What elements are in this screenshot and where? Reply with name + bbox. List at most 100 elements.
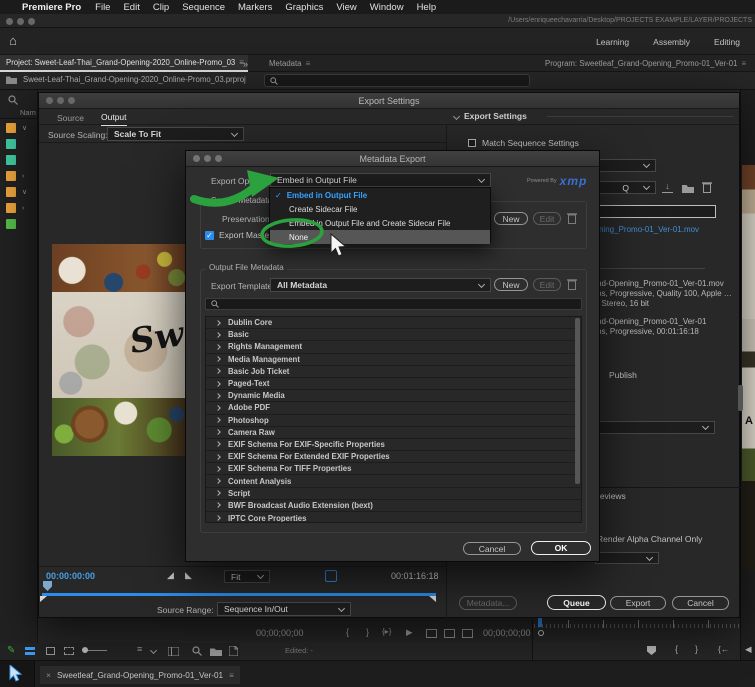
workspace-learning[interactable]: Learning: [596, 37, 629, 47]
delete-rule-trash-icon[interactable]: [567, 212, 577, 224]
metadata-filter-input[interactable]: [205, 298, 582, 310]
chevron-right-icon[interactable]: [215, 429, 221, 436]
selection-tool-icon[interactable]: [9, 665, 22, 682]
dialog-cancel-button[interactable]: Cancel: [463, 542, 521, 555]
chevron-right-icon[interactable]: [215, 478, 221, 484]
overwrite-icon[interactable]: [462, 629, 473, 638]
menu-help[interactable]: Help: [417, 2, 437, 13]
metadata-category-row[interactable]: Paged-Text: [206, 377, 581, 391]
tab-metadata[interactable]: Metadata ≡: [263, 55, 316, 72]
label-swatch[interactable]: [6, 155, 16, 165]
metadata-category-row[interactable]: EXIF Schema For Extended EXIF Properties: [206, 451, 581, 464]
set-in-point-icon[interactable]: ◢: [167, 570, 174, 581]
timeline-tab[interactable]: × Sweetleaf_Grand-Opening_Promo-01_Ver-0…: [40, 666, 240, 684]
menu-sequence[interactable]: Sequence: [182, 2, 225, 13]
cancel-button[interactable]: Cancel: [672, 596, 729, 610]
metadata-category-row[interactable]: Adobe PDF: [206, 402, 581, 415]
checkbox-unchecked-icon[interactable]: [468, 139, 476, 147]
delete-template-trash-icon[interactable]: [567, 278, 577, 290]
chevron-right-icon[interactable]: [215, 466, 221, 472]
metadata-category-row[interactable]: Camera Raw: [206, 426, 581, 439]
chevron-right-icon[interactable]: [215, 344, 221, 350]
chevron-right-icon[interactable]: [215, 356, 221, 362]
sort-icon[interactable]: ≡: [137, 644, 142, 654]
metadata-category-row[interactable]: BWF Broadcast Audio Extension (bext): [206, 499, 581, 512]
metadata-category-row[interactable]: Rights Management: [206, 341, 581, 354]
label-swatch[interactable]: [6, 187, 16, 197]
metadata-category-row[interactable]: Basic Job Ticket: [206, 365, 581, 378]
list-view-icon[interactable]: [25, 647, 35, 655]
zoom-window-icon[interactable]: [28, 18, 35, 25]
metadata-button[interactable]: Metadata...: [459, 596, 517, 610]
panel-menu-icon[interactable]: ≡: [229, 671, 234, 680]
chevron-right-icon[interactable]: [215, 319, 221, 326]
play-icon[interactable]: ▶: [406, 627, 413, 638]
tab-program[interactable]: Program: Sweetleaf_Grand-Opening_Promo-0…: [545, 55, 746, 72]
metadata-category-row[interactable]: Dublin Core: [206, 317, 581, 330]
range-start-handle[interactable]: [40, 596, 47, 602]
add-marker-icon[interactable]: [647, 646, 656, 655]
label-swatch[interactable]: [6, 123, 16, 133]
twirl-icon[interactable]: ∨: [22, 188, 27, 196]
metadata-search-input[interactable]: [264, 74, 530, 87]
export-template-dropdown[interactable]: All Metadata: [270, 278, 491, 292]
chevron-right-icon[interactable]: [215, 405, 221, 411]
source-scaling-dropdown[interactable]: Scale To Fit: [107, 127, 244, 141]
menu-clip[interactable]: Clip: [153, 2, 169, 13]
metadata-category-row[interactable]: Basic: [206, 329, 581, 342]
publish-section-label[interactable]: Publish: [609, 370, 637, 380]
match-sequence-checkbox[interactable]: Match Sequence Settings: [468, 138, 579, 148]
new-item-icon[interactable]: [229, 646, 238, 656]
metadata-category-row[interactable]: Media Management: [206, 353, 581, 366]
menu-item-embed[interactable]: ✓ Embed in Output File: [270, 188, 490, 202]
minimize-window-icon[interactable]: [17, 18, 24, 25]
home-icon[interactable]: ⌂: [9, 33, 17, 48]
workspace-assembly[interactable]: Assembly: [653, 37, 690, 47]
chevron-right-icon[interactable]: [215, 368, 221, 375]
chevron-right-icon[interactable]: [215, 515, 221, 521]
go-to-in-icon[interactable]: {←: [718, 644, 729, 654]
bin-row[interactable]: ∨: [6, 123, 27, 133]
label-swatch[interactable]: [6, 219, 16, 229]
metadata-category-row[interactable]: Script: [206, 487, 581, 500]
mark-out-icon[interactable]: }: [695, 644, 698, 654]
zoom-slider-handle[interactable]: [82, 647, 88, 653]
render-alpha-label[interactable]: Render Alpha Channel Only: [597, 534, 702, 544]
save-preset-icon[interactable]: ↓: [662, 182, 673, 193]
bin-row[interactable]: [6, 219, 22, 229]
bin-row[interactable]: ›: [6, 203, 24, 213]
chevron-right-icon[interactable]: [215, 331, 221, 338]
edit-template-button[interactable]: Edit: [533, 278, 561, 291]
export-window-titlebar[interactable]: Export Settings: [39, 93, 739, 109]
menu-edit[interactable]: Edit: [123, 2, 139, 13]
output-name-link[interactable]: ning_Promo-01_Ver-01.mov: [599, 225, 699, 234]
mark-in-icon[interactable]: {: [346, 627, 349, 637]
set-out-point-icon[interactable]: ◣: [185, 570, 192, 581]
menu-view[interactable]: View: [336, 2, 356, 13]
mark-out-icon[interactable]: }: [366, 627, 369, 637]
checkbox-checked-icon[interactable]: ✓: [205, 230, 214, 240]
workspace-editing[interactable]: Editing: [714, 37, 740, 47]
mark-in-icon[interactable]: {: [675, 644, 678, 654]
scrub-bar[interactable]: [42, 593, 436, 596]
chevron-right-icon[interactable]: [215, 392, 221, 399]
timeline-ruler[interactable]: [534, 618, 740, 630]
bin-row[interactable]: [6, 155, 22, 165]
twirl-icon[interactable]: ›: [22, 205, 24, 212]
project-root-item[interactable]: Sweet-Leaf-Thai_Grand-Opening-2020_Onlin…: [6, 75, 246, 84]
find-icon[interactable]: [192, 646, 202, 656]
twirl-icon[interactable]: ›: [22, 173, 24, 180]
source-timecode[interactable]: 00;00;00;00: [256, 628, 304, 638]
chevron-right-icon[interactable]: [215, 453, 221, 460]
alpha-dropdown[interactable]: [595, 552, 659, 564]
chevron-right-icon[interactable]: [215, 490, 221, 497]
export-button[interactable]: Export: [610, 596, 666, 610]
menu-markers[interactable]: Markers: [238, 2, 272, 13]
metadata-category-row[interactable]: EXIF Schema For TIFF Properties: [206, 463, 581, 476]
dialog-ok-button[interactable]: OK: [531, 541, 591, 555]
label-swatch[interactable]: [6, 203, 16, 213]
panel-menu-icon[interactable]: ≡: [306, 59, 311, 68]
name-column-header[interactable]: Nam: [20, 108, 36, 117]
insert-icon[interactable]: [444, 629, 455, 638]
new-template-button[interactable]: New: [494, 278, 528, 291]
